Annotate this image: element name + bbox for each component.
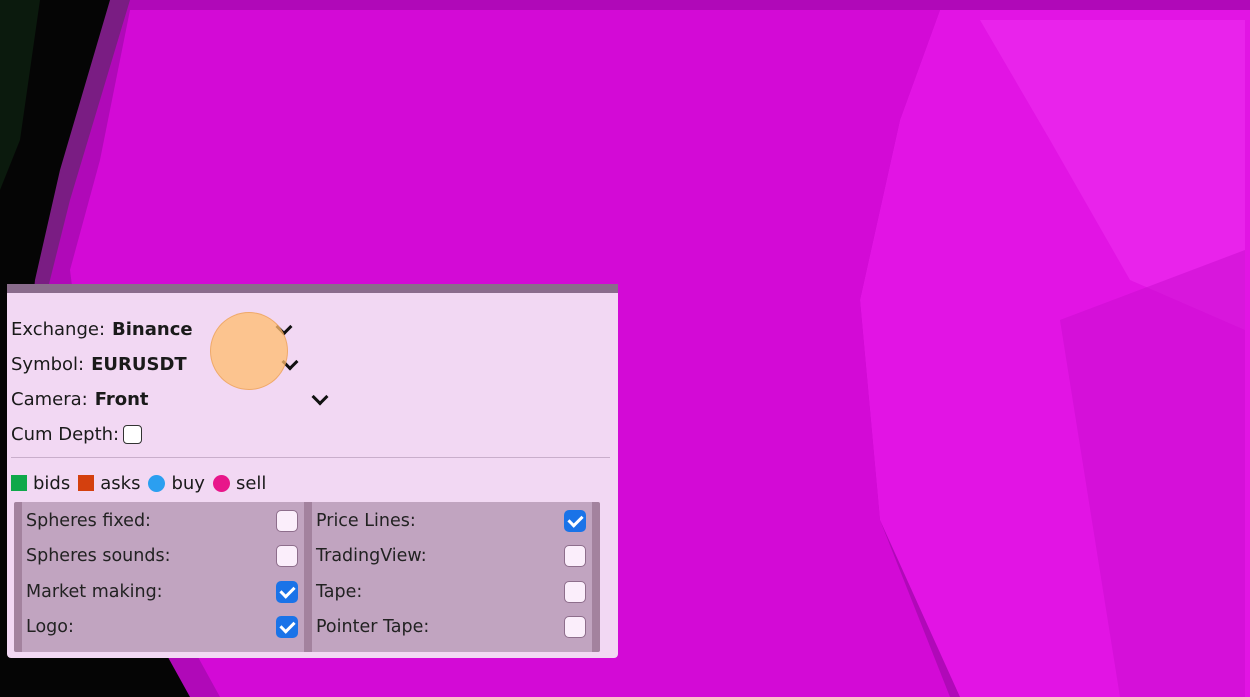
bids-swatch-icon: [11, 475, 27, 491]
legend-item-sell: sell: [212, 472, 267, 494]
legend-label-bids: bids: [33, 472, 71, 494]
option-label: Spheres sounds:: [26, 546, 171, 566]
exchange-row[interactable]: Exchange: Binance: [11, 315, 193, 343]
symbol-row[interactable]: Symbol: EURUSDT: [11, 350, 187, 378]
option-tradingview[interactable]: TradingView:: [316, 542, 586, 570]
market-making-checkbox[interactable]: [276, 581, 298, 603]
price-lines-checkbox[interactable]: [564, 510, 586, 532]
logo-checkbox[interactable]: [276, 616, 298, 638]
cum-depth-row: Cum Depth:: [11, 420, 143, 448]
options-grid: Spheres fixed: Spheres sounds: Market ma…: [14, 502, 600, 652]
option-label: Tape:: [316, 582, 363, 602]
legend-label-buy: buy: [171, 472, 205, 494]
option-label: Pointer Tape:: [316, 617, 430, 637]
asks-swatch-icon: [78, 475, 95, 491]
spheres-sounds-checkbox[interactable]: [276, 545, 298, 567]
option-pointer-tape[interactable]: Pointer Tape:: [316, 613, 586, 641]
camera-row[interactable]: Camera: Front: [11, 385, 149, 413]
camera-chevron-down-icon[interactable]: [311, 388, 329, 406]
legend-label-asks: asks: [100, 472, 141, 494]
spheres-fixed-checkbox[interactable]: [276, 510, 298, 532]
option-spheres-sounds[interactable]: Spheres sounds:: [26, 542, 298, 570]
option-label: Spheres fixed:: [26, 511, 151, 531]
sell-dot-icon: [212, 474, 230, 492]
tape-checkbox[interactable]: [564, 581, 586, 603]
divider: [11, 457, 610, 458]
legend-item-bids: bids: [11, 473, 70, 494]
exchange-label: Exchange:: [11, 318, 106, 340]
options-column-right: Price Lines: TradingView: Tape: Pointer …: [312, 502, 592, 652]
camera-label: Camera:: [11, 388, 88, 410]
pointer-tape-checkbox[interactable]: [564, 616, 586, 638]
option-tape[interactable]: Tape:: [316, 578, 586, 606]
settings-panel: Exchange: Binance Symbol: EURUSDT Camera…: [7, 284, 618, 658]
option-label: Market making:: [26, 582, 163, 602]
cum-depth-checkbox[interactable]: [123, 424, 143, 444]
tradingview-checkbox[interactable]: [564, 545, 586, 567]
option-spheres-fixed[interactable]: Spheres fixed:: [26, 507, 298, 535]
camera-select[interactable]: Front: [95, 389, 149, 410]
option-market-making[interactable]: Market making:: [26, 578, 298, 606]
symbol-label: Symbol:: [11, 353, 85, 375]
option-price-lines[interactable]: Price Lines:: [316, 507, 586, 535]
option-logo[interactable]: Logo:: [26, 613, 298, 641]
exchange-select[interactable]: Binance: [112, 319, 193, 340]
legend: bids asks buy sell: [11, 469, 274, 497]
legend-label-sell: sell: [235, 472, 267, 494]
symbol-select[interactable]: EURUSDT: [91, 354, 187, 375]
cum-depth-label: Cum Depth:: [11, 423, 120, 445]
options-column-left: Spheres fixed: Spheres sounds: Market ma…: [22, 502, 304, 652]
legend-item-asks: asks: [78, 473, 140, 494]
buy-dot-icon: [148, 474, 166, 492]
option-label: Price Lines:: [316, 511, 416, 531]
legend-item-buy: buy: [148, 473, 205, 494]
click-indicator-icon: [210, 312, 288, 390]
option-label: TradingView:: [316, 546, 427, 566]
option-label: Logo:: [26, 617, 74, 637]
